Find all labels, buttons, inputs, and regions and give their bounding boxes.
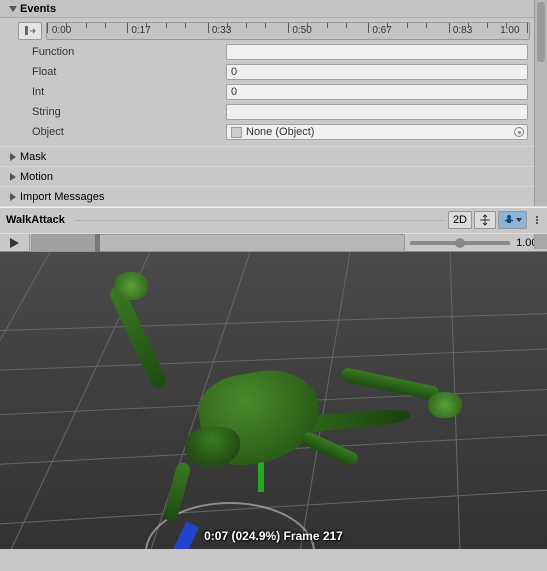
playback-bar: 1.00x: [0, 234, 547, 252]
clip-name: WalkAttack: [6, 214, 65, 226]
events-header[interactable]: Events: [0, 0, 534, 18]
pivot-button[interactable]: [474, 211, 496, 229]
int-label: Int: [32, 86, 226, 98]
divider-line: [75, 220, 444, 221]
events-body: 0:00 0:17 0:33 0:50 0:67 0:83 1:00 Funct…: [0, 18, 534, 146]
foldout-right-icon: [8, 172, 18, 182]
function-label: Function: [32, 46, 226, 58]
motion-header[interactable]: Motion: [0, 166, 534, 186]
frame-status: 0:07 (024.9%) Frame 217: [204, 529, 343, 543]
function-field[interactable]: [226, 44, 528, 60]
scrubber-handle[interactable]: [95, 234, 100, 252]
preview-viewport[interactable]: 0:07 (024.9%) Frame 217: [0, 252, 547, 549]
string-field[interactable]: [226, 104, 528, 120]
float-field[interactable]: 0: [226, 64, 528, 80]
events-title: Events: [20, 3, 56, 15]
preview-header: WalkAttack 2D: [0, 206, 547, 234]
preview-menu-button[interactable]: [533, 216, 541, 224]
2d-toggle-button[interactable]: 2D: [448, 211, 472, 229]
events-timeline[interactable]: 0:00 0:17 0:33 0:50 0:67 0:83 1:00: [46, 22, 530, 40]
avatar-button[interactable]: [498, 211, 527, 229]
mask-header[interactable]: Mask: [0, 146, 534, 166]
foldout-right-icon: [8, 152, 18, 162]
object-thumb-icon: [231, 127, 242, 138]
object-field[interactable]: None (Object): [226, 124, 528, 140]
string-label: String: [32, 106, 226, 118]
time-scrubber[interactable]: [31, 234, 405, 252]
import-messages-header[interactable]: Import Messages: [0, 186, 534, 206]
int-field[interactable]: 0: [226, 84, 528, 100]
foldout-right-icon: [8, 192, 18, 202]
foldout-down-icon: [8, 4, 18, 14]
play-button[interactable]: [0, 234, 30, 252]
speed-slider[interactable]: [410, 241, 510, 245]
object-picker-icon[interactable]: [514, 127, 524, 137]
model-preview: [90, 272, 420, 532]
scrollbar-vertical[interactable]: [534, 0, 547, 221]
add-event-button[interactable]: [18, 22, 42, 40]
float-label: Float: [32, 66, 226, 78]
object-label: Object: [32, 126, 226, 138]
